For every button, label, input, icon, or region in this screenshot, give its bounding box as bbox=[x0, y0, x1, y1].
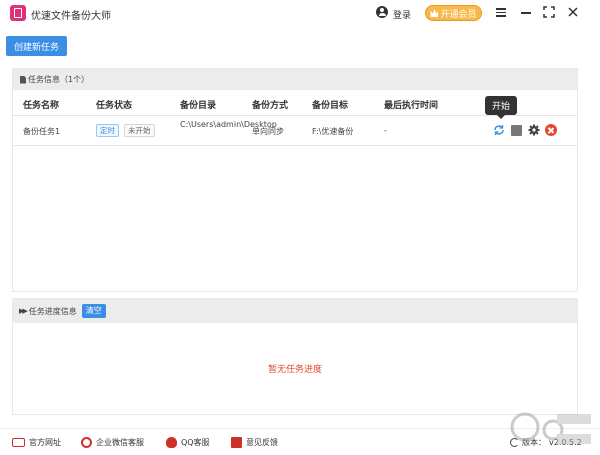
stop-icon[interactable] bbox=[511, 125, 522, 136]
crown-icon bbox=[430, 9, 439, 17]
backup-target: F:\优速备份 bbox=[312, 127, 354, 136]
task-info-header: 任务信息（1个） bbox=[13, 69, 577, 90]
footer-link-label: 意见反馈 bbox=[246, 438, 278, 447]
website-icon bbox=[12, 438, 25, 447]
column-header: 备份目录 bbox=[180, 101, 217, 111]
wechat-icon bbox=[81, 437, 92, 448]
backup-method: 单向同步 bbox=[252, 127, 284, 136]
start-sync-icon[interactable] bbox=[493, 124, 505, 136]
footer-link-label: 官方网址 bbox=[29, 438, 61, 447]
task-name: 备份任务1 bbox=[23, 127, 61, 136]
gear-icon[interactable] bbox=[528, 124, 540, 136]
column-header: 任务状态 bbox=[96, 101, 133, 111]
vip-button[interactable]: 开通会员 bbox=[425, 5, 482, 21]
task-info-title: 任务信息（1个） bbox=[28, 75, 90, 84]
footer-link-label: 企业微信客服 bbox=[96, 438, 144, 447]
fast-forward-icon: ▶▶ bbox=[19, 307, 28, 315]
close-icon[interactable] bbox=[567, 6, 579, 18]
last-run-time: - bbox=[384, 126, 387, 135]
qq-support-link[interactable]: QQ客服 bbox=[166, 437, 210, 448]
delete-icon[interactable] bbox=[545, 124, 557, 136]
progress-header: ▶▶ 任务进度信息 清空 bbox=[13, 299, 577, 323]
app-title: 优速文件备份大师 bbox=[31, 11, 111, 22]
vip-button-label: 开通会员 bbox=[440, 9, 477, 20]
wechat-support-link[interactable]: 企业微信客服 bbox=[81, 437, 144, 448]
watermark-logo bbox=[510, 412, 591, 444]
qq-icon bbox=[166, 437, 177, 448]
column-header: 备份方式 bbox=[252, 101, 289, 111]
maximize-icon[interactable] bbox=[543, 6, 555, 18]
column-header: 备份目标 bbox=[312, 101, 349, 111]
document-icon bbox=[20, 75, 26, 84]
feedback-icon bbox=[231, 437, 242, 448]
title-bar: 优速文件备份大师 登录 开通会员 bbox=[0, 0, 600, 27]
progress-title: 任务进度信息 bbox=[28, 306, 77, 316]
start-tooltip: 开始 bbox=[485, 96, 517, 119]
footer-link-label: QQ客服 bbox=[181, 438, 210, 447]
menu-icon[interactable] bbox=[495, 6, 507, 18]
empty-progress-message: 暂无任务进度 bbox=[267, 365, 322, 375]
column-header: 任务名称 bbox=[23, 101, 60, 111]
column-header: 最后执行时间 bbox=[384, 101, 439, 111]
app-logo-icon bbox=[10, 5, 26, 21]
feedback-link[interactable]: 意见反馈 bbox=[231, 437, 278, 448]
status-badge: 未开始 bbox=[124, 124, 155, 137]
minimize-icon[interactable] bbox=[520, 6, 532, 18]
official-site-link[interactable]: 官方网址 bbox=[12, 437, 61, 448]
source-directory: C:\Users\admin\Desktop bbox=[180, 120, 277, 129]
table-row[interactable]: 备份任务1 定时 未开始 C:\Users\admin\Desktop 单向同步… bbox=[13, 116, 577, 146]
login-link[interactable]: 登录 bbox=[393, 8, 411, 21]
clear-button[interactable]: 清空 bbox=[81, 304, 106, 318]
create-task-button[interactable]: 创建新任务 bbox=[6, 36, 67, 56]
progress-panel: ▶▶ 任务进度信息 清空 暂无任务进度 bbox=[12, 298, 578, 415]
user-icon[interactable] bbox=[376, 6, 388, 18]
schedule-badge: 定时 bbox=[96, 124, 119, 137]
